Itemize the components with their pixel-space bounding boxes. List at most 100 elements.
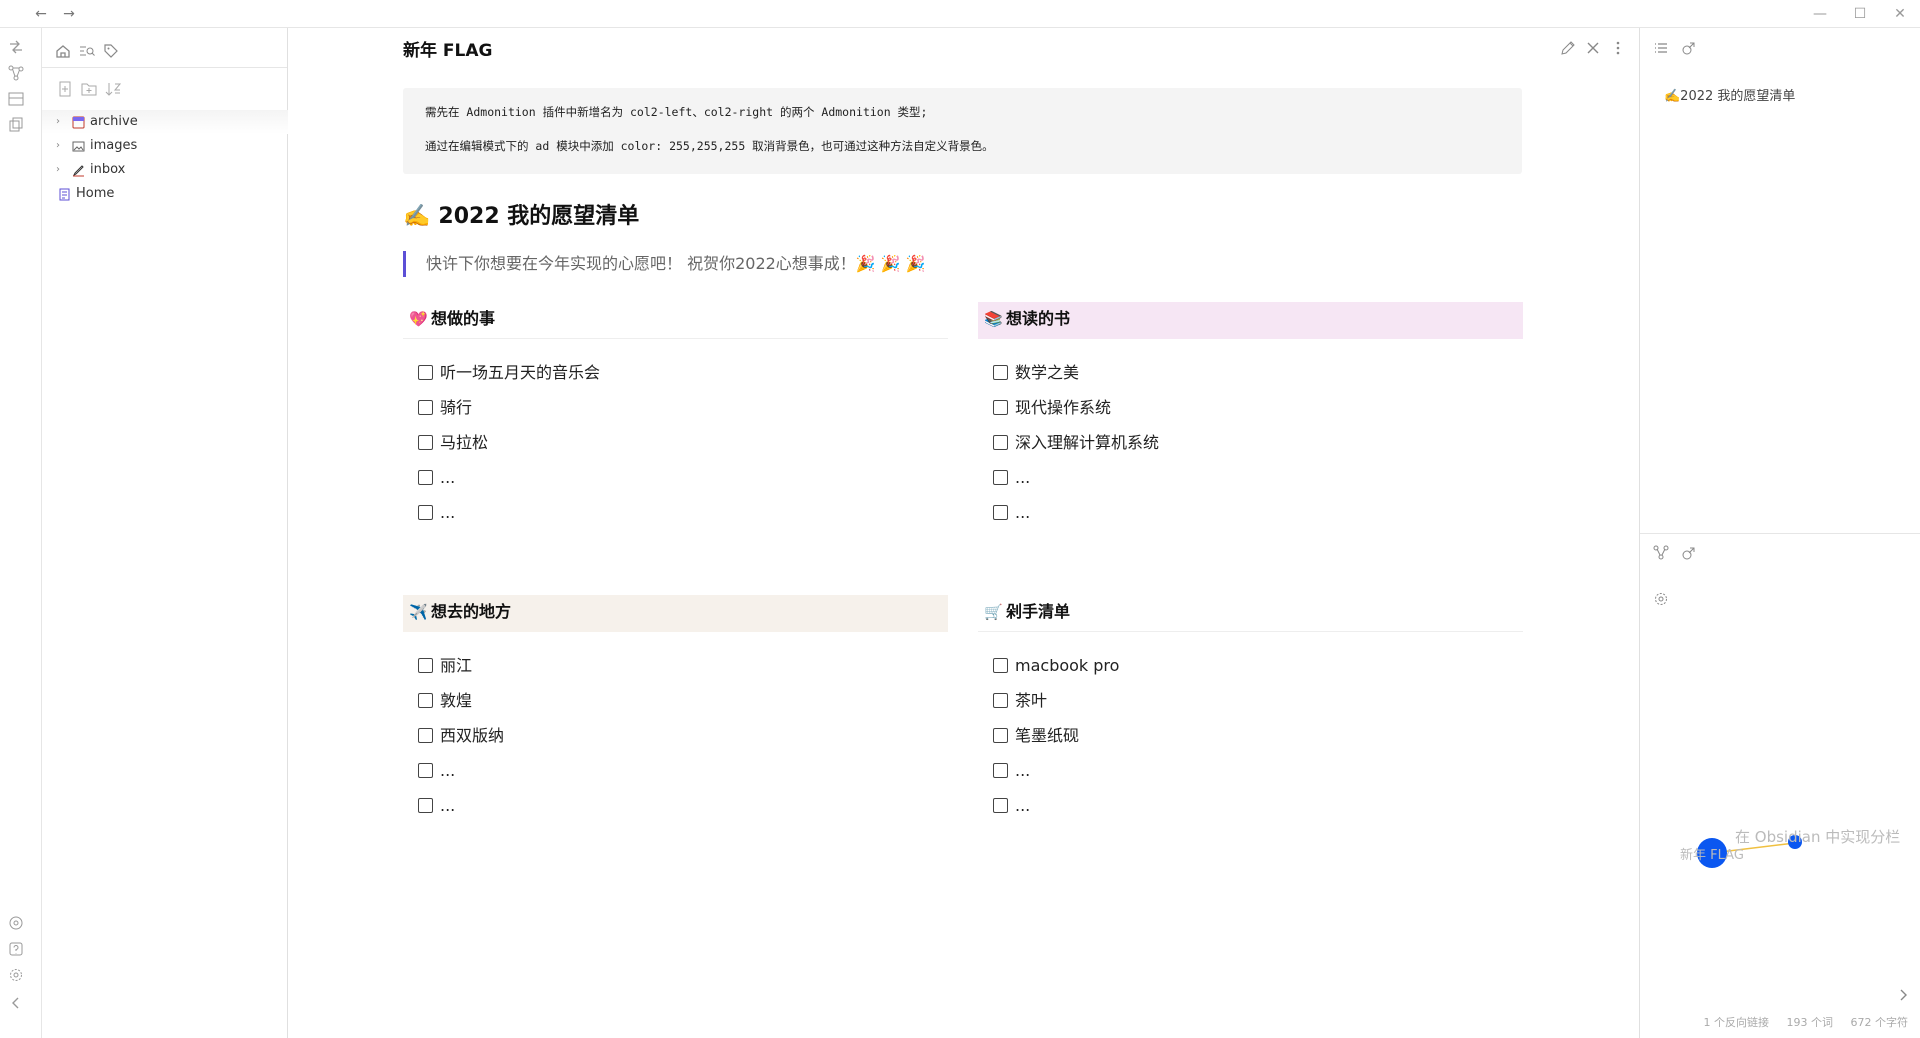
tag-icon[interactable] bbox=[102, 42, 120, 60]
task-text: 西双版纳 bbox=[440, 726, 505, 745]
new-note-icon[interactable] bbox=[56, 80, 74, 98]
task-checkbox[interactable] bbox=[993, 365, 1008, 380]
word-count: 193 个词 bbox=[1786, 1016, 1834, 1029]
tree-folder-archive[interactable]: › archive bbox=[42, 110, 288, 134]
task-checkbox[interactable] bbox=[418, 400, 433, 415]
graph-settings-gear-icon[interactable] bbox=[1652, 590, 1670, 608]
task-item: 茶叶 bbox=[978, 691, 1523, 726]
editor-pane: 新年 FLAG 需先在 Admonition 插件中新增名为 col2-left… bbox=[288, 28, 1639, 1038]
task-item: 笔墨纸砚 bbox=[978, 726, 1523, 761]
outline-heading-link[interactable]: ✍️2022 我的愿望清单 bbox=[1664, 85, 1795, 104]
task-checkbox[interactable] bbox=[418, 658, 433, 673]
close-icon[interactable] bbox=[1584, 39, 1602, 57]
tree-label: images bbox=[90, 138, 138, 153]
task-checkbox[interactable] bbox=[418, 435, 433, 450]
expand-right-icon[interactable] bbox=[1894, 986, 1912, 1004]
task-text: 敦煌 bbox=[440, 691, 473, 710]
switcher-icon[interactable] bbox=[7, 38, 25, 56]
task-item: ... bbox=[978, 468, 1523, 503]
task-checkbox[interactable] bbox=[418, 728, 433, 743]
task-checkbox[interactable] bbox=[993, 470, 1008, 485]
task-text: ... bbox=[1015, 503, 1031, 522]
task-checkbox[interactable] bbox=[993, 400, 1008, 415]
task-text: 茶叶 bbox=[1015, 691, 1048, 710]
tree-file-home[interactable]: Home bbox=[42, 182, 288, 206]
airplane-icon: ✈️ bbox=[409, 603, 428, 621]
new-folder-icon[interactable] bbox=[80, 80, 98, 98]
sidebar-divider bbox=[1640, 533, 1920, 534]
collapse-left-icon[interactable] bbox=[7, 994, 25, 1012]
task-item: 敦煌 bbox=[403, 691, 948, 726]
task-item: 丽江 bbox=[403, 656, 948, 691]
canvas-icon[interactable] bbox=[7, 90, 25, 108]
task-item: 听一场五月天的音乐会 bbox=[403, 363, 948, 398]
minimize-button[interactable]: — bbox=[1800, 2, 1840, 26]
local-graph-icon[interactable] bbox=[1652, 544, 1670, 562]
status-bar: 1 个反向链接 193 个词 672 个字符 bbox=[1690, 1014, 1909, 1030]
admonition-line: 需先在 Admonition 插件中新增名为 col2-left、col2-ri… bbox=[425, 105, 928, 119]
task-text: 丽江 bbox=[440, 656, 473, 675]
home-icon[interactable] bbox=[54, 42, 72, 60]
left-ribbon bbox=[0, 28, 42, 1038]
explorer-tab-bar bbox=[42, 28, 287, 68]
task-checkbox[interactable] bbox=[993, 505, 1008, 520]
tree-folder-inbox[interactable]: › inbox bbox=[42, 158, 288, 182]
tree-folder-images[interactable]: › images bbox=[42, 134, 288, 158]
section-heading: ✍️ 2022 我的愿望清单 bbox=[403, 198, 639, 230]
task-text: 数学之美 bbox=[1015, 363, 1080, 382]
column-title: 剁手清单 bbox=[1006, 602, 1071, 621]
task-item: ... bbox=[978, 761, 1523, 796]
task-text: 现代操作系统 bbox=[1015, 398, 1112, 417]
task-text: 笔墨纸砚 bbox=[1015, 726, 1080, 745]
admonition-block: 需先在 Admonition 插件中新增名为 col2-left、col2-ri… bbox=[403, 88, 1522, 174]
task-checkbox[interactable] bbox=[993, 798, 1008, 813]
task-checkbox[interactable] bbox=[993, 658, 1008, 673]
forward-arrow-icon[interactable]: → bbox=[59, 4, 79, 24]
task-checkbox[interactable] bbox=[418, 693, 433, 708]
task-checkbox[interactable] bbox=[418, 470, 433, 485]
task-checkbox[interactable] bbox=[993, 435, 1008, 450]
outline-list-icon[interactable] bbox=[1652, 39, 1670, 57]
file-explorer: › archive › images › inbox Home bbox=[42, 28, 288, 1038]
tree-label: Home bbox=[76, 186, 115, 201]
task-checkbox[interactable] bbox=[418, 365, 433, 380]
task-checkbox[interactable] bbox=[993, 728, 1008, 743]
link-pin-icon[interactable] bbox=[1680, 544, 1698, 562]
edit-pencil-icon[interactable] bbox=[1559, 39, 1577, 57]
task-text: ... bbox=[440, 468, 456, 487]
settings-gear-icon[interactable] bbox=[7, 966, 25, 984]
task-checkbox[interactable] bbox=[418, 505, 433, 520]
close-window-button[interactable]: ✕ bbox=[1880, 2, 1920, 26]
column-title: 想去的地方 bbox=[431, 602, 512, 621]
blockquote: 快许下你想要在今年实现的心愿吧！ 祝贺你2022心想事成！🎉 🎉 🎉 bbox=[403, 251, 926, 277]
task-item: ... bbox=[403, 761, 948, 796]
task-item: ... bbox=[403, 468, 948, 503]
help-icon[interactable] bbox=[7, 940, 25, 958]
task-checkbox[interactable] bbox=[993, 693, 1008, 708]
task-checkbox[interactable] bbox=[418, 798, 433, 813]
chevron-right-icon[interactable]: › bbox=[56, 158, 68, 182]
search-icon[interactable] bbox=[78, 42, 96, 60]
link-pin-icon[interactable] bbox=[1680, 39, 1698, 57]
more-options-icon[interactable] bbox=[1609, 39, 1627, 57]
graph-view-icon[interactable] bbox=[7, 64, 25, 82]
tree-label: inbox bbox=[90, 162, 126, 177]
task-checkbox[interactable] bbox=[993, 763, 1008, 778]
backlinks-count[interactable]: 1 个反向链接 bbox=[1704, 1016, 1770, 1029]
back-arrow-icon[interactable]: ← bbox=[31, 4, 51, 24]
archive-folder-icon bbox=[72, 116, 85, 129]
column-books-to-read: 📚 想读的书 数学之美 现代操作系统 深入理解计算机系统 ... ... bbox=[978, 302, 1523, 538]
column-header: 📚 想读的书 bbox=[978, 302, 1523, 339]
column-header: 💖 想做的事 bbox=[403, 302, 948, 339]
chevron-right-icon[interactable]: › bbox=[56, 110, 68, 134]
vault-icon[interactable] bbox=[7, 914, 25, 932]
task-item: 数学之美 bbox=[978, 363, 1523, 398]
sort-icon[interactable] bbox=[104, 80, 122, 98]
maximize-button[interactable]: ☐ bbox=[1840, 2, 1880, 26]
column-things-to-do: 💖 想做的事 听一场五月天的音乐会 骑行 马拉松 ... ... bbox=[403, 302, 948, 538]
heading-text: 2022 我的愿望清单 bbox=[438, 204, 640, 229]
chevron-right-icon[interactable]: › bbox=[56, 134, 68, 158]
task-item: ... bbox=[403, 503, 948, 538]
task-checkbox[interactable] bbox=[418, 763, 433, 778]
templates-icon[interactable] bbox=[7, 116, 25, 134]
